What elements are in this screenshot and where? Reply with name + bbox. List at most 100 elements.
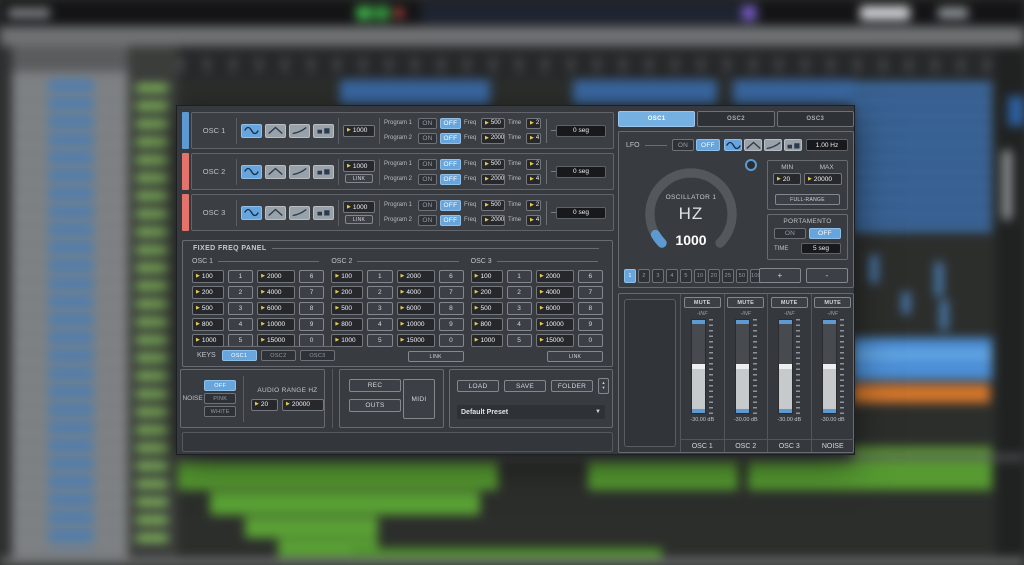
freq-key-button[interactable]: 5 [367,334,392,347]
triangle-wave-button[interactable] [265,165,286,179]
freq-key-button[interactable]: 1 [507,270,532,283]
freq-preset-spinner[interactable]: ▶ 4000 [397,286,435,299]
volume-fader[interactable] [735,319,757,414]
program-2-freq-spinner[interactable]: ▶ 2000 [481,215,505,226]
noise-off-button[interactable]: OFF [204,380,236,391]
save-button[interactable]: SAVE [504,380,546,392]
freq-preset-spinner[interactable]: ▶ 100 [471,270,503,283]
link-button[interactable]: LINK [547,351,603,362]
freq-preset-spinner[interactable]: ▶ 6000 [397,302,435,315]
midi-button[interactable]: MIDI [403,379,435,419]
saw-wave-button[interactable] [289,124,310,138]
freq-preset-spinner[interactable]: ▶ 6000 [257,302,295,315]
triangle-wave-button[interactable] [744,139,762,151]
freq-preset-spinner[interactable]: ▶ 500 [192,302,224,315]
portamento-on-button[interactable]: ON [774,228,806,239]
fader-track[interactable] [822,319,837,414]
freq-key-button[interactable]: 6 [578,270,603,283]
freq-preset-spinner[interactable]: ▶ 6000 [536,302,574,315]
mute-button[interactable]: MUTE [771,297,808,308]
freq-preset-spinner[interactable]: ▶ 1000 [471,334,503,347]
mute-button[interactable]: MUTE [727,297,764,308]
freq-key-button[interactable]: 2 [507,286,532,299]
program-2-off-button[interactable]: OFF [440,174,461,185]
freq-key-button[interactable]: 7 [578,286,603,299]
program-1-off-button[interactable]: OFF [440,200,461,211]
freq-key-button[interactable]: 3 [228,302,253,315]
load-button[interactable]: LOAD [457,380,499,392]
freq-preset-spinner[interactable]: ▶ 10000 [397,318,435,331]
freq-preset-spinner[interactable]: ▶ 2000 [536,270,574,283]
osc-freq-spinner[interactable]: ▶ 1000 [343,160,375,172]
increment-button[interactable]: + [759,268,801,283]
osc-freq-spinner[interactable]: ▶ 1000 [343,125,375,137]
step-button-2[interactable]: 2 [638,269,650,283]
triangle-wave-button[interactable] [265,206,286,220]
link-button[interactable]: LINK [345,215,373,224]
sine-wave-button[interactable] [241,124,262,138]
sine-wave-button[interactable] [724,139,742,151]
program-1-off-button[interactable]: OFF [440,159,461,170]
square-wave-button[interactable] [313,165,334,179]
freq-key-button[interactable]: 3 [507,302,532,315]
lfo-on-button[interactable]: ON [672,139,694,151]
freq-preset-spinner[interactable]: ▶ 15000 [536,334,574,347]
freq-preset-spinner[interactable]: ▶ 100 [331,270,363,283]
freq-preset-spinner[interactable]: ▶ 1000 [331,334,363,347]
program-1-freq-spinner[interactable]: ▶ 500 [481,159,505,170]
freq-key-button[interactable]: 1 [367,270,392,283]
portamento-time-display[interactable]: 5 seg [801,243,841,254]
freq-preset-spinner[interactable]: ▶ 800 [471,318,503,331]
saw-wave-button[interactable] [289,206,310,220]
freq-preset-spinner[interactable]: ▶ 200 [192,286,224,299]
step-button-1[interactable]: 1 [624,269,636,283]
freq-key-button[interactable]: 9 [439,318,464,331]
freq-preset-spinner[interactable]: ▶ 10000 [536,318,574,331]
tab-osc1[interactable]: OSC1 [618,111,695,127]
program-2-on-button[interactable]: ON [418,215,437,226]
program-2-off-button[interactable]: OFF [440,133,461,144]
keys-osc3-button[interactable]: OSC3 [300,350,335,361]
link-button[interactable]: LINK [345,174,373,183]
saw-wave-button[interactable] [289,165,310,179]
osc-freq-spinner[interactable]: ▶ 1000 [343,201,375,213]
freq-key-button[interactable]: 6 [299,270,324,283]
lfo-rate-display[interactable]: 1.00 Hz [806,139,848,151]
sine-wave-button[interactable] [241,165,262,179]
keys-osc2-button[interactable]: OSC2 [261,350,296,361]
keys-osc1-button[interactable]: OSC1 [222,350,257,361]
freq-preset-spinner[interactable]: ▶ 200 [331,286,363,299]
freq-preset-spinner[interactable]: ▶ 200 [471,286,503,299]
freq-preset-spinner[interactable]: ▶ 500 [471,302,503,315]
portamento-off-button[interactable]: OFF [809,228,841,239]
decrement-button[interactable]: - [806,268,848,283]
program-1-on-button[interactable]: ON [418,118,437,129]
program-1-time-spinner[interactable]: ▶ 2 [526,159,541,170]
program-2-on-button[interactable]: ON [418,133,437,144]
program-2-freq-spinner[interactable]: ▶ 2000 [481,133,505,144]
freq-key-button[interactable]: 5 [507,334,532,347]
program-1-time-spinner[interactable]: ▶ 2 [526,118,541,129]
freq-key-button[interactable]: 9 [578,318,603,331]
freq-key-button[interactable]: 3 [367,302,392,315]
step-button-20[interactable]: 20 [708,269,720,283]
fader-track[interactable] [778,319,793,414]
freq-key-button[interactable]: 4 [367,318,392,331]
tab-osc3[interactable]: OSC3 [777,111,854,127]
freq-preset-spinner[interactable]: ▶ 4000 [257,286,295,299]
freq-preset-spinner[interactable]: ▶ 10000 [257,318,295,331]
freq-key-button[interactable]: 2 [228,286,253,299]
triangle-wave-button[interactable] [265,124,286,138]
volume-fader[interactable] [778,319,800,414]
fader-track[interactable] [735,319,750,414]
freq-key-button[interactable]: 7 [299,286,324,299]
folder-button[interactable]: FOLDER [551,380,593,392]
freq-preset-spinner[interactable]: ▶ 100 [192,270,224,283]
noise-pink-button[interactable]: PINK [204,393,236,404]
program-2-off-button[interactable]: OFF [440,215,461,226]
program-1-on-button[interactable]: ON [418,200,437,211]
step-button-25[interactable]: 25 [722,269,734,283]
step-button-3[interactable]: 3 [652,269,664,283]
program-2-on-button[interactable]: ON [418,174,437,185]
freq-key-button[interactable]: 1 [228,270,253,283]
